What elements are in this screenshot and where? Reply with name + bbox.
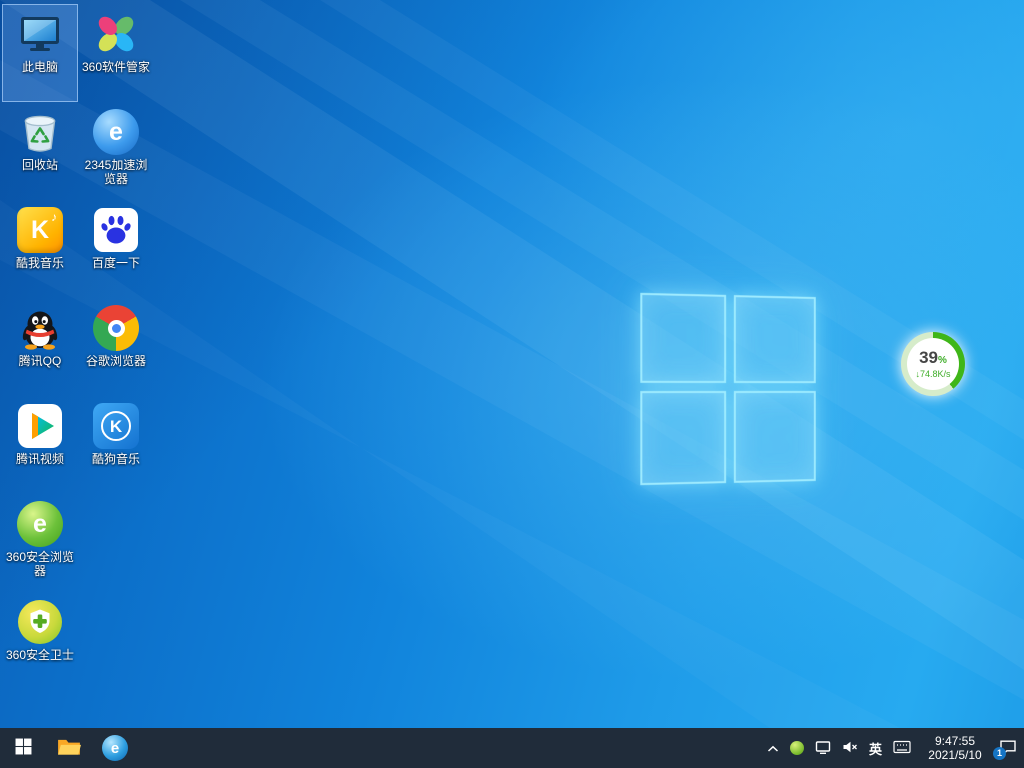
desktop-icon-label: 谷歌浏览器 [86, 354, 146, 368]
desktop-icon-tencent-video[interactable]: 腾讯视频 [2, 396, 78, 494]
baidu-paw-icon [92, 206, 140, 254]
windows-logo-pane [640, 293, 726, 383]
360-tray-icon [790, 741, 804, 755]
recycle-bin-icon [16, 108, 64, 156]
qq-penguin-icon [16, 304, 64, 352]
touch-keyboard-button[interactable] [893, 740, 911, 757]
download-float-widget[interactable]: 39% ↓74.8K/s [901, 332, 965, 396]
tray-expand-button[interactable] [767, 741, 779, 756]
volume-muted-icon [842, 739, 858, 758]
volume-tray-button[interactable] [842, 739, 858, 758]
chevron-up-icon [767, 741, 779, 756]
windows-logo [640, 293, 815, 485]
clock-time: 9:47:55 [935, 734, 975, 748]
network-tray-button[interactable] [815, 739, 831, 758]
desktop-icon-label: 腾讯视频 [16, 452, 64, 466]
desktop-icon-tencent-qq[interactable]: 腾讯QQ [2, 298, 78, 396]
desktop-icon-label: 2345加速浏览器 [79, 158, 153, 186]
ethernet-network-icon [815, 739, 831, 758]
desktop-wallpaper: 此电脑 回收站 K ♪ [0, 0, 1024, 728]
this-pc-icon [16, 10, 64, 58]
360-software-manager-icon [92, 10, 140, 58]
ime-indicator[interactable]: 英 [869, 739, 882, 758]
download-speed: ↓74.8K/s [915, 369, 950, 380]
folder-icon [57, 737, 81, 760]
tencent-video-icon [16, 402, 64, 450]
desktop-icon-label: 360软件管家 [82, 60, 150, 74]
desktop-icon-chrome[interactable]: 谷歌浏览器 [78, 298, 154, 396]
desktop-icon-360-secure-browser[interactable]: e 360安全浏览器 [2, 494, 78, 592]
browser-taskbar-button[interactable]: e [92, 728, 138, 768]
desktop-icon-label: 360安全浏览器 [3, 550, 77, 578]
desktop-icon-label: 360安全卫士 [6, 648, 74, 662]
download-percent: 39% [919, 349, 947, 369]
desktop-icon-label: 腾讯QQ [19, 354, 62, 368]
file-explorer-button[interactable] [46, 728, 92, 768]
chrome-icon [92, 304, 140, 352]
kuwo-music-icon: K ♪ [16, 206, 64, 254]
desktop-icon-label: 百度一下 [92, 256, 140, 270]
360-secure-browser-icon: e [16, 500, 64, 548]
desktop-icon-label: 酷我音乐 [16, 256, 64, 270]
browser-e-glyph: e [33, 512, 47, 537]
windows-logo-pane [734, 391, 816, 483]
desktop-icon-recycle-bin[interactable]: 回收站 [2, 102, 78, 200]
browser-e-glyph: e [109, 120, 123, 145]
2345-browser-icon: e [92, 108, 140, 156]
download-progress-ring: 39% ↓74.8K/s [901, 332, 965, 396]
desktop-icon-360-software-manager[interactable]: 360软件管家 [78, 4, 154, 102]
clock-date: 2021/5/10 [928, 748, 981, 762]
desktop-icon-label: 回收站 [22, 158, 58, 172]
kuwo-glyph: K [31, 218, 49, 243]
music-note-icon: ♪ [51, 210, 57, 224]
system-tray: 英 9:47:55 2021/5/10 1 [763, 728, 1024, 768]
desktop-icon-baidu[interactable]: 百度一下 [78, 200, 154, 298]
notification-badge: 1 [993, 747, 1006, 760]
taskbar-clock[interactable]: 9:47:55 2021/5/10 [922, 734, 988, 762]
desktop-icon-grid: 此电脑 回收站 K ♪ [2, 4, 154, 690]
360-safety-guard-icon [16, 598, 64, 646]
desktop-icon-2345-browser[interactable]: e 2345加速浏览器 [78, 102, 154, 200]
desktop-icon-this-pc[interactable]: 此电脑 [2, 4, 78, 102]
taskbar: e [0, 728, 1024, 768]
keyboard-icon [893, 740, 911, 757]
download-progress-inner: 39% ↓74.8K/s [907, 338, 959, 390]
desktop-icon-360-safety-guard[interactable]: 360安全卫士 [2, 592, 78, 690]
desktop-icon-label: 酷狗音乐 [92, 452, 140, 466]
start-button[interactable] [0, 728, 46, 768]
windows-logo-pane [734, 295, 816, 383]
tray-360-button[interactable] [790, 741, 804, 755]
browser-e-glyph: e [111, 741, 119, 756]
kugou-glyph: K [110, 418, 122, 435]
kugou-music-icon: K [92, 402, 140, 450]
taskbar-empty-area [138, 728, 763, 768]
desktop-icon-kugou-music[interactable]: K 酷狗音乐 [78, 396, 154, 494]
windows-start-icon [15, 738, 32, 758]
desktop-icon-kuwo-music[interactable]: K ♪ 酷我音乐 [2, 200, 78, 298]
desktop-icon-label: 此电脑 [22, 60, 58, 74]
windows-logo-pane [640, 391, 726, 485]
browser-orb-icon: e [102, 735, 128, 761]
action-center-button[interactable]: 1 [999, 739, 1017, 758]
